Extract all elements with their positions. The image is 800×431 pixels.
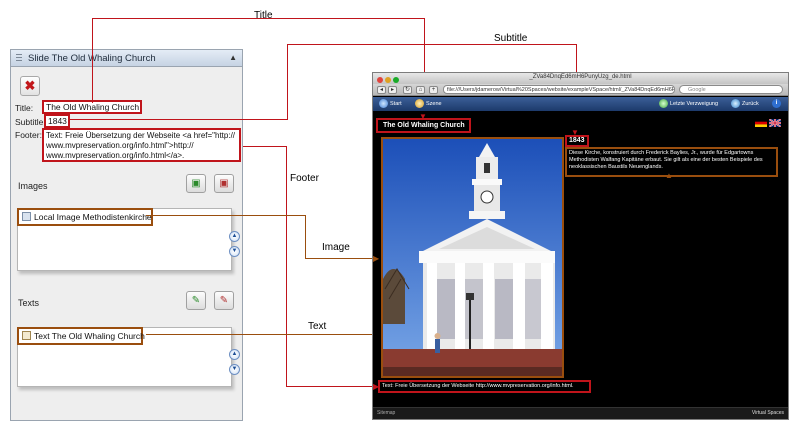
image-connector [305, 258, 379, 259]
add-text-icon: ✎ [191, 295, 201, 306]
image-connector [146, 215, 306, 216]
remove-image-icon: ▣ [219, 178, 229, 189]
footer-line: Text: Freie Übersetzung der Webseite <a … [46, 131, 236, 140]
slide-image [381, 137, 564, 378]
slide-bottom-bar: Sitemap Virtual Spaces [373, 407, 788, 419]
footer-line: www.mvpreservation.org/info.html">http:/… [46, 141, 194, 150]
remove-image-button[interactable]: ▣ [214, 174, 234, 193]
subtitle-field[interactable]: 1843 [44, 114, 70, 128]
add-image-button[interactable]: ▣ [186, 174, 206, 193]
footer-connector [243, 146, 287, 147]
arrow-up-icon: ▲ [231, 233, 238, 239]
footer-label: Footer: [15, 130, 42, 140]
footer-arrowhead-icon: ▶ [373, 382, 380, 391]
nav-last-branch-label: Letzte Verzweigung [670, 101, 719, 107]
text-arrowhead-icon: ▲ [665, 171, 673, 180]
slide-inspector-panel: Slide The Old Whaling Church ▲ ✖ Title: … [10, 49, 243, 421]
virtual-spaces-label: Virtual Spaces [751, 410, 784, 416]
browser-titlebar: _ZVa84DnqEd6mH6PunyUzg_de.html [373, 73, 788, 84]
info-icon: i [772, 99, 781, 109]
subtitle-connector [70, 119, 288, 120]
image-list-item[interactable]: Local Image Methodistenkirche [17, 208, 153, 226]
url-bar[interactable]: file:///Users/jdamerow/Virtual%20Spaces/… [443, 85, 675, 94]
text-list-item[interactable]: Text The Old Whaling Church [17, 327, 145, 345]
back-circle-icon [731, 99, 740, 109]
add-text-button[interactable]: ✎ [186, 291, 206, 310]
branch-icon [659, 99, 668, 109]
subtitle-connector [287, 44, 288, 119]
collapse-triangle-icon[interactable]: ▲ [229, 53, 237, 62]
title-label: Title: [15, 103, 34, 113]
images-section-label: Images [18, 181, 48, 191]
image-arrowhead-icon: ▶ [373, 254, 380, 263]
back-arrow-icon[interactable]: ◂ [377, 86, 386, 94]
uk-flag-icon[interactable] [768, 118, 782, 128]
arrow-up-icon: ▲ [231, 351, 238, 357]
nav-info[interactable]: i [772, 98, 783, 110]
sitemap-link[interactable]: Sitemap [377, 410, 395, 416]
home-icon[interactable]: ⌂ [416, 86, 425, 94]
nav-last-branch[interactable]: Letzte Verzweigung [659, 98, 718, 110]
image-file-icon [22, 212, 31, 221]
google-search-input[interactable]: Google [679, 85, 783, 94]
annotation-subtitle: Subtitle [494, 33, 528, 44]
slide-footer: Text: Freie Übersetzung der Webseite htt… [378, 380, 591, 393]
footer-connector [286, 146, 287, 387]
browser-window: _ZVa84DnqEd6mH6PunyUzg_de.html ◂ ▸ ↻ ⌂ +… [372, 72, 789, 420]
text-document-icon [22, 331, 31, 340]
move-image-up-button[interactable]: ▲ [229, 231, 240, 242]
delete-slide-button[interactable]: ✖ [20, 76, 40, 96]
annotation-image: Image [322, 242, 350, 253]
annotation-footer: Footer [290, 173, 319, 184]
church-photo [383, 139, 562, 376]
scene-icon [415, 99, 424, 109]
arrow-down-icon: ▼ [231, 366, 238, 372]
title-arrowhead-icon: ▼ [419, 112, 427, 121]
move-image-down-button[interactable]: ▼ [229, 246, 240, 257]
annotation-title: Title [254, 10, 273, 21]
add-image-icon: ▣ [191, 178, 201, 189]
nav-back[interactable]: Zurück [731, 98, 759, 110]
subtitle-label: Subtitle: [15, 117, 46, 127]
subtitle-connector [287, 44, 577, 45]
remove-text-icon: ✎ [219, 295, 229, 306]
title-connector [92, 18, 425, 19]
title-connector [92, 18, 93, 103]
close-x-icon: ✖ [24, 78, 36, 93]
browser-toolbar: ◂ ▸ ↻ ⌂ + file:///Users/jdamerow/Virtual… [373, 84, 788, 96]
move-text-up-button[interactable]: ▲ [229, 349, 240, 360]
footer-field[interactable]: Text: Freie Übersetzung der Webseite <a … [42, 128, 241, 162]
move-text-down-button[interactable]: ▼ [229, 364, 240, 375]
footer-connector [286, 386, 380, 387]
text-item-label: Text The Old Whaling Church [34, 331, 145, 341]
add-bookmark-icon[interactable]: + [429, 86, 438, 94]
nav-back-label: Zurück [742, 101, 759, 107]
reload-icon[interactable]: ↻ [403, 86, 412, 94]
texts-section-label: Texts [18, 298, 40, 308]
forward-arrow-icon[interactable]: ▸ [388, 86, 397, 94]
subtitle-arrowhead-icon: ▼ [571, 128, 579, 137]
slide-page: The Old Whaling Church 1843 Diese Kirche… [373, 111, 788, 407]
nav-start-label: Start [390, 101, 402, 107]
nav-start[interactable]: Start [379, 98, 402, 110]
slide-nav-bar: Start Szene Letzte Verzweigung Zurück i [373, 97, 788, 111]
nav-scene-label: Szene [426, 101, 442, 107]
arrow-down-icon: ▼ [231, 248, 238, 254]
image-item-label: Local Image Methodistenkirche [34, 212, 152, 222]
remove-text-button[interactable]: ✎ [214, 291, 234, 310]
start-icon [379, 99, 388, 109]
panel-header[interactable]: Slide The Old Whaling Church ▲ [11, 50, 242, 67]
image-connector [305, 215, 306, 259]
nav-scene[interactable]: Szene [415, 98, 442, 110]
grip-icon [16, 54, 22, 62]
german-flag-icon[interactable] [755, 119, 767, 127]
browser-window-title: _ZVa84DnqEd6mH6PunyUzg_de.html [529, 74, 632, 80]
annotation-text: Text [308, 321, 327, 332]
footer-line: www.mvpreservation.org/info.html</a>. [46, 151, 185, 160]
